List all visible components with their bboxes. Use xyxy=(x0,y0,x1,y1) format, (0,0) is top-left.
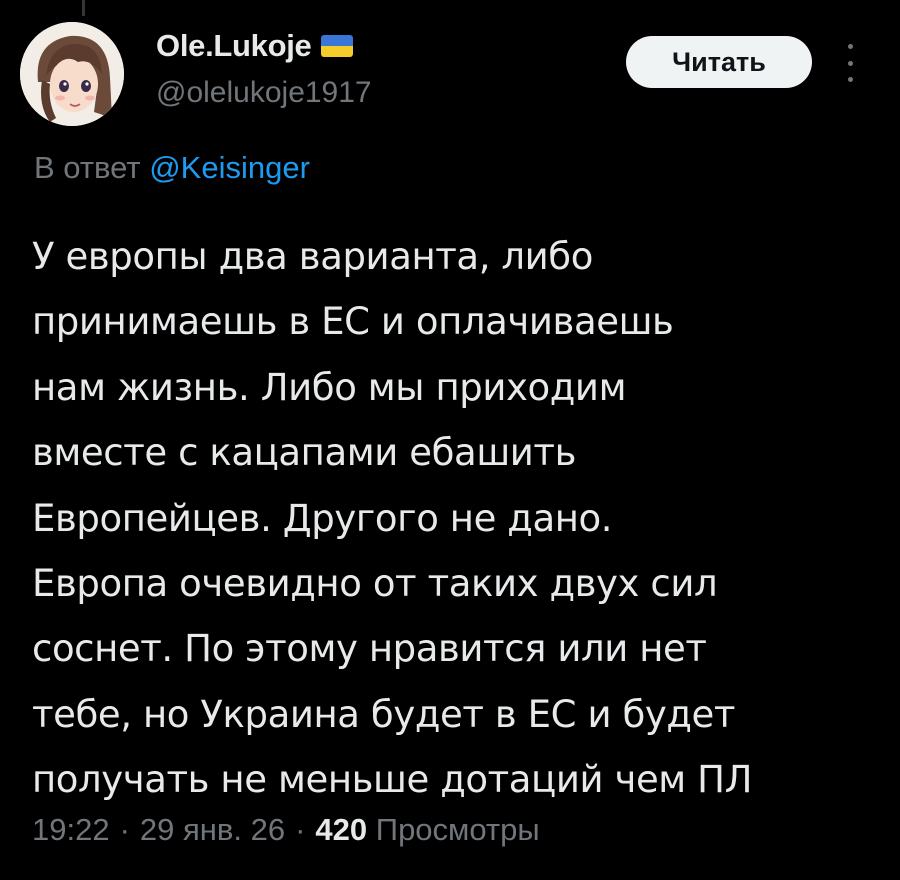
reply-context: В ответ @Keisinger xyxy=(34,150,310,186)
views-label: Просмотры xyxy=(375,812,540,847)
author-name-row[interactable]: Ole.Lukoje xyxy=(156,26,354,66)
reply-prefix: В ответ xyxy=(34,150,141,185)
avatar[interactable] xyxy=(20,22,124,126)
thread-connector-line xyxy=(82,0,85,16)
tweet-text-line: У европы два варианта, либо xyxy=(32,235,593,278)
views-count: 420 xyxy=(315,812,368,847)
tweet-text-line: нам жизнь. Либо мы приходим xyxy=(32,365,627,409)
tweet-text-line: Европейцев. Другого не дано. xyxy=(32,496,613,540)
tweet-meta: 19:22 · 29 янв. 26 · 420 Просмотры xyxy=(32,812,540,848)
avatar-image xyxy=(20,22,124,126)
tweet-date[interactable]: 29 янв. 26 xyxy=(140,812,285,847)
tweet-text-line: Европа очевидно от таких двух сил xyxy=(32,562,718,606)
tweet-time[interactable]: 19:22 xyxy=(32,812,110,847)
more-vertical-icon[interactable] xyxy=(842,44,858,82)
tweet-text-line: принимаешь в ЕС и оплачиваешь xyxy=(32,300,674,344)
tweet-text-line: тебе, но Украина будет в ЕС и будет xyxy=(32,692,736,736)
ukraine-flag-icon xyxy=(321,35,354,57)
follow-button[interactable]: Читать xyxy=(626,36,812,88)
meta-separator: · xyxy=(119,812,130,847)
author-display-name[interactable]: Ole.Lukoje xyxy=(156,28,312,64)
tweet-text-line: вместе с кацапами ебашить xyxy=(32,431,576,475)
tweet-text: У европы два варианта, либо принимаешь в… xyxy=(32,224,882,813)
reply-mention-link[interactable]: @Keisinger xyxy=(149,150,310,185)
tweet-text-line: соснет. По этому нравится или нет xyxy=(32,627,707,671)
meta-separator: · xyxy=(295,812,306,847)
tweet-text-line: получать не меньше дотаций чем ПЛ xyxy=(32,758,753,802)
author-handle[interactable]: @olelukoje1917 xyxy=(156,76,372,110)
